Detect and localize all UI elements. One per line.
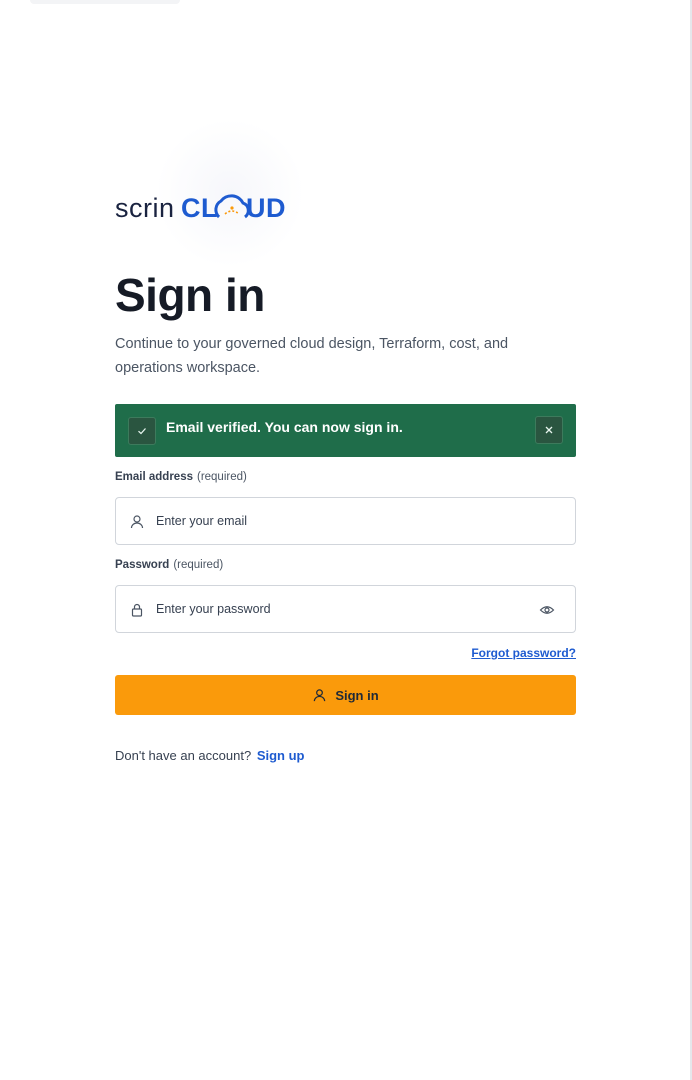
email-label: Email address	[115, 471, 193, 483]
svg-text:CL: CL	[181, 193, 218, 223]
user-icon	[314, 688, 326, 701]
email-field	[115, 497, 576, 545]
email-input[interactable]	[156, 506, 516, 536]
password-input[interactable]	[156, 594, 516, 624]
password-field	[115, 585, 576, 633]
page-subtitle: Continue to your governed cloud design, …	[115, 336, 509, 376]
sign-up-link[interactable]: Sign up	[257, 748, 305, 763]
check-icon	[128, 417, 156, 445]
alert-close-button[interactable]	[535, 416, 563, 444]
close-icon	[545, 426, 553, 434]
scrincloud-logo: scrin CL UD	[115, 193, 286, 223]
svg-text:UD: UD	[246, 193, 286, 223]
eye-icon[interactable]	[539, 602, 555, 618]
success-alert: Email verified. You can now sign in.	[115, 404, 576, 457]
signup-prompt: Don't have an account? Sign up	[115, 748, 305, 763]
lock-icon	[131, 603, 143, 617]
password-label-row: Password (required)	[115, 559, 223, 571]
signup-prompt-text: Don't have an account?	[115, 748, 252, 763]
email-required-hint: (required)	[196, 471, 247, 483]
sign-in-button[interactable]: Sign in	[115, 675, 576, 715]
user-icon	[130, 515, 144, 529]
email-label-row: Email address (required)	[115, 471, 247, 483]
sign-in-button-label: Sign in	[335, 687, 379, 703]
password-required-hint: (required)	[173, 559, 224, 571]
svg-text:scrin: scrin	[115, 193, 175, 223]
top-decoration	[30, 0, 180, 4]
page-title: Sign in	[115, 269, 265, 321]
password-label: Password	[115, 559, 170, 571]
forgot-password-link[interactable]: Forgot password?	[471, 646, 576, 660]
alert-message: Email verified. You can now sign in.	[166, 419, 403, 435]
